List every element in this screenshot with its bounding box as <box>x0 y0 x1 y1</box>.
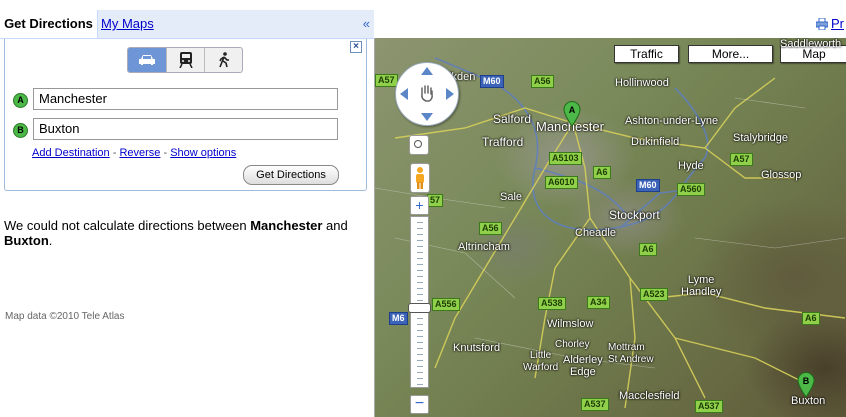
place-label: Little Warford <box>523 350 559 373</box>
start-location-input[interactable]: Manchester <box>33 88 338 110</box>
place-label: Dukinfield <box>631 136 680 148</box>
road-shield: M6 <box>389 312 408 325</box>
print-link[interactable]: Pr <box>831 16 844 31</box>
hand-icon[interactable] <box>417 83 437 103</box>
road-shield: A6 <box>639 243 657 256</box>
top-toolbar: Pr <box>374 0 846 38</box>
place-label: Knutsford <box>453 342 501 354</box>
error-destination: Buxton <box>4 233 49 248</box>
tab-my-maps[interactable]: My Maps <box>101 10 154 38</box>
road-shield: A34 <box>587 296 610 309</box>
road-shield: A537 <box>695 400 723 413</box>
place-label: Saddleworth <box>780 38 842 50</box>
travel-mode-selector <box>127 47 243 73</box>
map-canvas[interactable]: Traffic More... Map Saddleworth alkden H… <box>374 38 846 417</box>
road-shield: M60 <box>480 75 504 88</box>
destination-input[interactable]: Buxton <box>33 118 338 140</box>
error-message: We could not calculate directions betwee… <box>4 218 356 248</box>
place-label: Wilmslow <box>547 318 594 330</box>
road-shield: M60 <box>636 179 660 192</box>
road-shield: A560 <box>677 183 705 196</box>
zoom-reset-icon[interactable] <box>409 135 429 155</box>
add-destination-link[interactable]: Add Destination <box>32 147 110 159</box>
place-label: Cheadle <box>575 227 616 239</box>
pin-b-label: B <box>803 376 810 386</box>
pin-a-icon[interactable]: A <box>563 101 581 127</box>
place-label: Chorley <box>555 339 590 350</box>
road-shield: A6 <box>802 312 820 325</box>
road-shield: A57 <box>375 74 398 87</box>
link-separator: - <box>109 147 120 159</box>
show-options-link[interactable]: Show options <box>170 147 236 159</box>
zoom-slider[interactable] <box>408 216 431 388</box>
place-label: Hyde <box>678 160 704 172</box>
error-suffix: . <box>48 233 53 248</box>
road-shield: A56 <box>531 75 554 88</box>
panel-tabs: Get Directions My Maps « <box>0 10 374 39</box>
road-shield: A6 <box>593 166 611 179</box>
directions-form: × A Manchester B Buxton Add Destination … <box>4 39 367 191</box>
link-separator: - <box>160 147 171 159</box>
directions-panel: Get Directions My Maps « × A Manchester … <box>0 0 374 417</box>
road-shield: A6010 <box>545 176 578 189</box>
place-label: Trafford <box>482 135 524 149</box>
get-directions-button[interactable]: Get Directions <box>243 165 339 185</box>
tab-get-directions[interactable]: Get Directions <box>0 10 98 38</box>
place-label: Sale <box>500 191 523 203</box>
road-shield: A556 <box>432 298 460 311</box>
traffic-button[interactable]: Traffic <box>614 45 679 63</box>
zoom-out-button[interactable]: − <box>410 395 429 414</box>
place-label: Hollinwood <box>615 77 669 89</box>
pin-b-icon[interactable]: B <box>797 372 815 398</box>
place-label: Lyme Handley <box>681 274 722 298</box>
error-prefix: We could not calculate directions betwee… <box>4 218 251 233</box>
place-label: Stockport <box>609 208 660 222</box>
place-label: Salford <box>493 112 532 126</box>
pan-down-icon[interactable] <box>421 113 433 121</box>
map-data-credit: Map data ©2010 Tele Atlas <box>5 311 125 322</box>
pan-left-icon[interactable] <box>400 88 408 100</box>
road-shield: A57 <box>730 153 753 166</box>
pan-up-icon[interactable] <box>421 67 433 75</box>
road-shield: A538 <box>538 297 566 310</box>
road-shield: A56 <box>479 222 502 235</box>
place-label: Altrincham <box>458 241 510 253</box>
pan-right-icon[interactable] <box>446 88 454 100</box>
zoom-slider-handle[interactable] <box>408 303 431 313</box>
form-links: Add Destination - Reverse - Show options <box>32 147 236 159</box>
car-icon[interactable] <box>128 48 166 72</box>
error-origin: Manchester <box>250 218 323 233</box>
place-label: Stalybridge <box>733 132 789 144</box>
place-label: Mottram St Andrew <box>608 342 654 365</box>
walk-icon[interactable] <box>204 48 242 72</box>
waypoint-a-marker-icon: A <box>13 93 28 108</box>
close-icon[interactable]: × <box>350 41 362 53</box>
waypoint-b-marker-icon: B <box>13 123 28 138</box>
print-icon[interactable] <box>816 18 828 30</box>
place-label: Ashton-under-Lyne <box>625 115 719 127</box>
reverse-link[interactable]: Reverse <box>119 147 160 159</box>
error-middle: and <box>322 218 348 233</box>
transit-icon[interactable] <box>166 48 205 72</box>
road-shield: 57 <box>427 194 444 207</box>
pan-control[interactable] <box>395 62 459 126</box>
zoom-in-button[interactable]: + <box>410 196 429 215</box>
road-shield: A523 <box>640 288 668 301</box>
road-shield: A537 <box>581 398 609 411</box>
collapse-panel-button[interactable]: « <box>363 10 370 38</box>
place-label: Alderley Edge <box>563 354 603 378</box>
place-label: Macclesfield <box>619 390 680 402</box>
more-button[interactable]: More... <box>688 45 773 63</box>
place-label: Glossop <box>761 169 802 181</box>
road-shield: A5103 <box>549 152 582 165</box>
pegman-icon[interactable] <box>410 163 430 193</box>
pin-a-label: A <box>569 105 576 115</box>
